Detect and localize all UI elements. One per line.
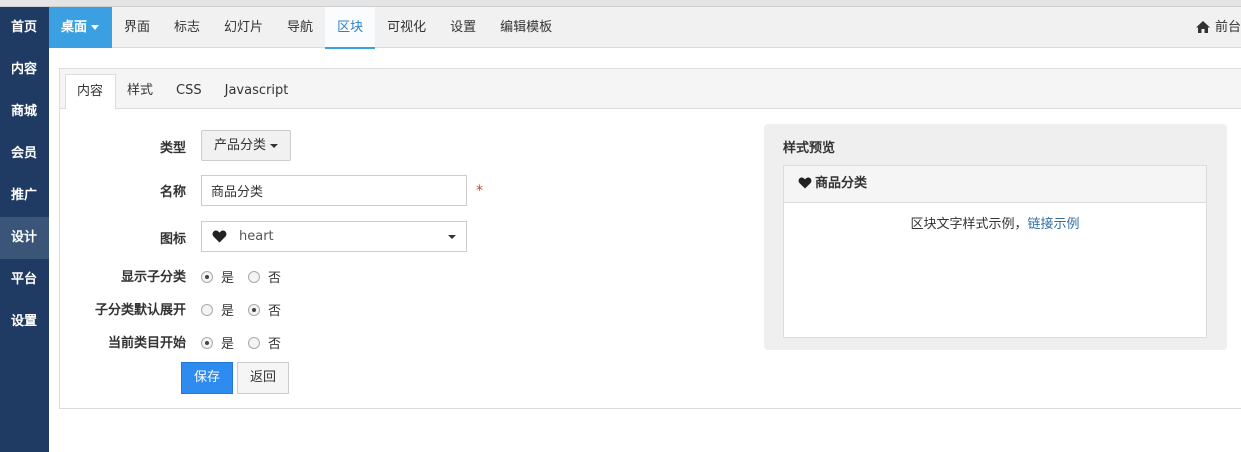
top-menu: 界面 标志 幻灯片 导航 区块 可视化 设置 编辑模板: [112, 7, 564, 49]
yes-label: 是: [221, 304, 235, 319]
name-input[interactable]: [201, 175, 467, 206]
no-label: 否: [268, 337, 282, 352]
top-menu-bar: 桌面 界面 标志 幻灯片 导航 区块 可视化 设置 编辑模板 前台: [49, 7, 1241, 49]
heart-icon: [798, 177, 812, 189]
icon-select-value: heart: [239, 229, 274, 244]
top-menu-item-logo[interactable]: 标志: [162, 7, 212, 48]
caret-down-icon: [448, 235, 456, 239]
top-menu-item-navigation[interactable]: 导航: [275, 7, 325, 48]
block-editor-panel: 内容 样式 CSS Javascript 类型 产品分类 名称 * 图标 hea…: [59, 68, 1241, 409]
home-icon: [1195, 21, 1210, 33]
style-preview-title: 样式预览: [783, 141, 836, 156]
show-children-yes-radio[interactable]: 是: [201, 267, 234, 286]
sidebar-item-home[interactable]: 首页: [0, 7, 49, 49]
sidebar-item-promotion[interactable]: 推广: [0, 175, 49, 217]
caret-down-icon: [270, 143, 279, 148]
radio-circle: [201, 270, 213, 283]
preview-sample-text: 区块文字样式示例，: [910, 217, 1028, 232]
name-label: 名称: [159, 185, 186, 200]
tab-content[interactable]: 内容: [65, 74, 117, 110]
icon-select[interactable]: heart: [201, 221, 467, 252]
radio-circle: [201, 303, 213, 316]
radio-circle: [248, 270, 260, 283]
show-children-no-radio[interactable]: 否: [248, 267, 281, 286]
save-button[interactable]: 保存: [181, 362, 233, 394]
show-children-label: 显示子分类: [120, 270, 186, 285]
yes-label: 是: [221, 271, 235, 286]
type-value: 产品分类: [214, 138, 267, 153]
radio-circle: [248, 303, 260, 316]
back-button[interactable]: 返回: [237, 362, 289, 394]
sidebar-item-platform[interactable]: 平台: [0, 259, 49, 301]
no-label: 否: [268, 271, 282, 286]
sidebar-item-members[interactable]: 会员: [0, 133, 49, 175]
top-menu-item-interface[interactable]: 界面: [112, 7, 162, 48]
no-label: 否: [268, 304, 282, 319]
top-menu-item-visual[interactable]: 可视化: [375, 7, 438, 48]
preview-block: 商品分类 区块文字样式示例，链接示例: [783, 165, 1207, 338]
required-mark: *: [476, 183, 483, 199]
front-site-link[interactable]: 前台: [1195, 7, 1241, 48]
style-preview-panel: 样式预览 商品分类 区块文字样式示例，链接示例: [764, 124, 1227, 350]
tab-style[interactable]: 样式: [116, 74, 165, 109]
left-sidebar: 首页 内容 商城 会员 推广 设计 平台 设置: [0, 7, 49, 452]
tab-bar: 内容 样式 CSS Javascript: [60, 69, 1241, 110]
desktop-dropdown-button[interactable]: 桌面: [49, 7, 112, 48]
expand-default-yes-radio[interactable]: 是: [201, 300, 234, 319]
current-start-no-radio[interactable]: 否: [248, 333, 281, 352]
browser-top-strip: [0, 0, 1241, 7]
sidebar-item-design[interactable]: 设计: [0, 217, 49, 259]
type-label: 类型: [159, 141, 186, 156]
tab-css[interactable]: CSS: [165, 74, 214, 109]
expand-default-no-radio[interactable]: 否: [248, 300, 281, 319]
type-dropdown-button[interactable]: 产品分类: [201, 130, 291, 161]
front-site-label: 前台: [1214, 20, 1241, 35]
top-menu-item-slides[interactable]: 幻灯片: [212, 7, 275, 48]
top-menu-item-edit-template[interactable]: 编辑模板: [488, 7, 564, 48]
preview-block-header: 商品分类: [784, 166, 1206, 203]
current-start-yes-radio[interactable]: 是: [201, 333, 234, 352]
sidebar-item-content[interactable]: 内容: [0, 49, 49, 91]
caret-down-icon: [91, 25, 100, 30]
radio-circle: [201, 336, 213, 349]
preview-block-body: 区块文字样式示例，链接示例: [784, 203, 1206, 232]
top-menu-item-blocks[interactable]: 区块: [325, 7, 376, 49]
current-start-label: 当前类目开始: [107, 336, 186, 351]
preview-sample-link[interactable]: 链接示例: [1028, 217, 1080, 232]
heart-icon: [212, 230, 227, 243]
preview-block-title: 商品分类: [815, 176, 868, 191]
sidebar-item-mall[interactable]: 商城: [0, 91, 49, 133]
desktop-label: 桌面: [61, 20, 88, 35]
expand-default-label: 子分类默认展开: [94, 303, 186, 318]
top-menu-item-settings[interactable]: 设置: [438, 7, 488, 48]
radio-circle: [248, 336, 260, 349]
yes-label: 是: [221, 337, 235, 352]
tab-javascript[interactable]: Javascript: [214, 74, 301, 109]
sidebar-item-settings[interactable]: 设置: [0, 301, 49, 343]
icon-label: 图标: [159, 232, 186, 247]
